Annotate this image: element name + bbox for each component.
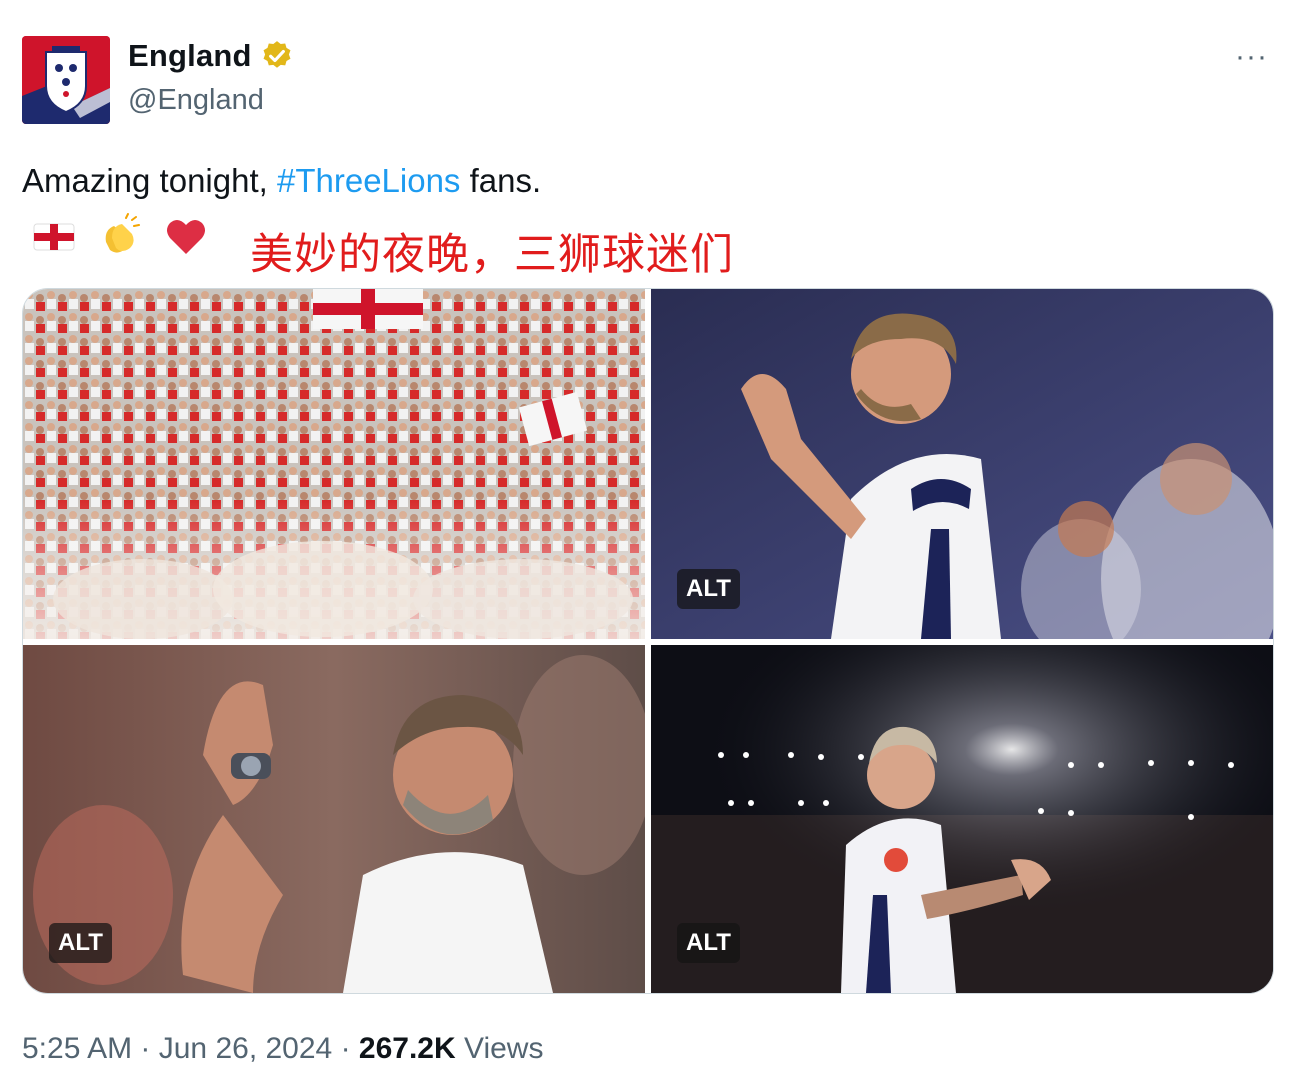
manager-applauding-photo[interactable]: ALT xyxy=(23,645,645,993)
avatar[interactable] xyxy=(22,36,110,124)
fans-crowd-image xyxy=(23,289,645,639)
emoji-line xyxy=(30,212,210,260)
player-night-stadium-photo[interactable]: ALT xyxy=(651,645,1273,993)
tweet-card: England @England ··· Amazing tonight, #T… xyxy=(0,0,1292,1080)
separator: · xyxy=(332,1032,359,1065)
alt-badge[interactable]: ALT xyxy=(49,923,112,963)
england-crest-icon xyxy=(22,36,110,124)
verified-badge-icon xyxy=(263,41,291,68)
tweet-text-after: fans. xyxy=(460,162,542,199)
handle[interactable]: @England xyxy=(128,84,264,117)
display-name-text[interactable]: England xyxy=(128,38,252,74)
media-grid: ALT ALT ALT xyxy=(22,288,1274,994)
display-name[interactable]: England xyxy=(128,38,294,74)
separator: · xyxy=(132,1032,159,1065)
manager-applauding-image xyxy=(23,645,645,993)
chinese-translation: 美妙的夜晚，三狮球迷们 xyxy=(250,230,734,280)
england-flag-icon xyxy=(33,223,75,251)
red-heart-icon xyxy=(167,219,205,254)
alt-badge[interactable]: ALT xyxy=(677,569,740,609)
views-count: 267.2K xyxy=(358,1032,456,1065)
clapping-hands-icon xyxy=(105,213,140,253)
fans-crowd-photo[interactable] xyxy=(23,289,645,639)
player-applauding-image xyxy=(651,289,1273,639)
tweet-text-before: Amazing tonight, xyxy=(22,162,277,199)
tweet-meta: 5:25 AM · Jun 26, 2024 · 267.2K Views xyxy=(22,1032,543,1066)
player-applauding-photo[interactable]: ALT xyxy=(651,289,1273,639)
tweet-date[interactable]: Jun 26, 2024 xyxy=(159,1032,332,1065)
tweet-time[interactable]: 5:25 AM xyxy=(22,1032,132,1065)
player-night-stadium-image xyxy=(651,645,1273,993)
views-label: Views xyxy=(455,1032,544,1065)
hashtag-link[interactable]: #ThreeLions xyxy=(277,162,460,199)
tweet-text: Amazing tonight, #ThreeLions fans. xyxy=(22,162,541,200)
more-options-icon[interactable]: ··· xyxy=(1235,40,1268,74)
alt-badge[interactable]: ALT xyxy=(677,923,740,963)
